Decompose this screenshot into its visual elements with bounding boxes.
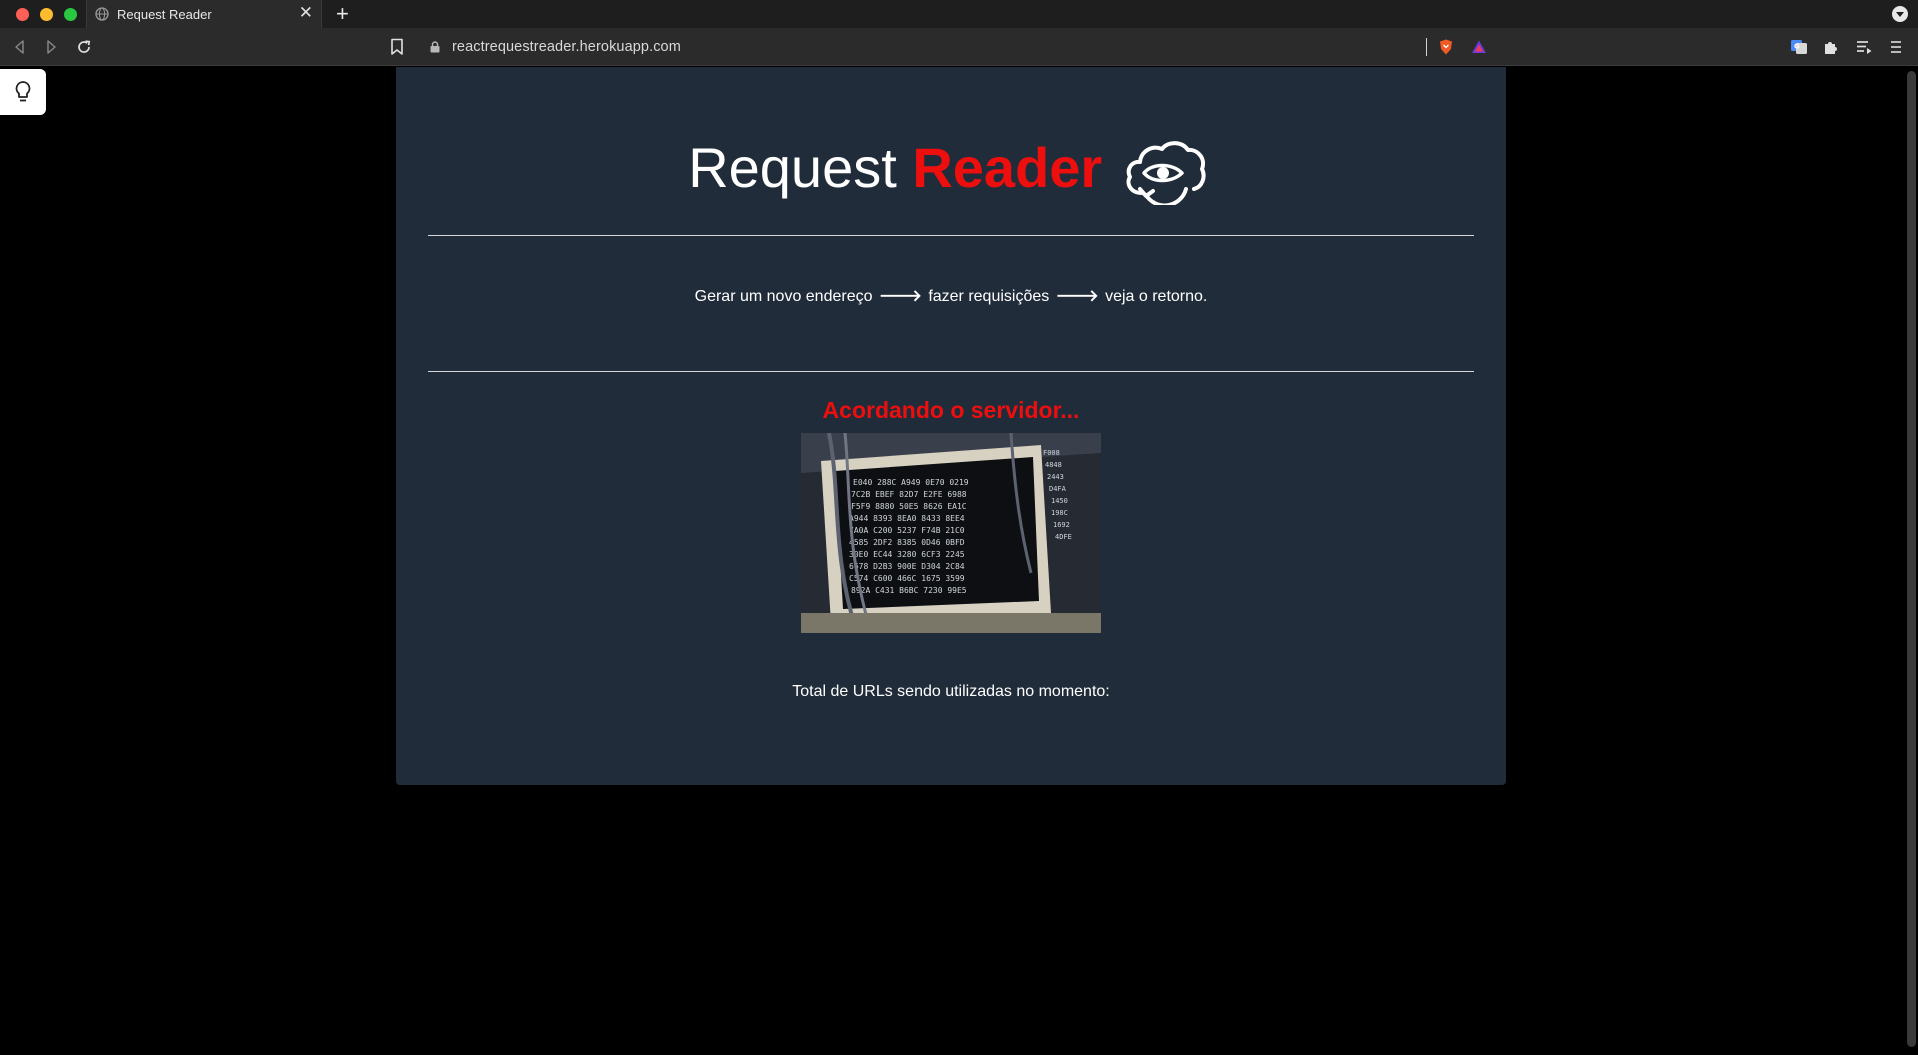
window-maximize-button[interactable]: [64, 8, 77, 21]
svg-text:G: G: [1794, 43, 1800, 51]
browser-toolbar: reactrequestreader.herokuapp.com G: [0, 28, 1918, 66]
toolbar-divider: [1426, 38, 1427, 56]
browser-tab-bar: Request Reader ✕ +: [0, 0, 1918, 28]
svg-text:198C: 198C: [1051, 509, 1068, 517]
steps-text: Gerar um novo endereço 🡒 fazer requisiçõ…: [396, 285, 1506, 306]
tab-list-dropdown-icon[interactable]: [1892, 6, 1908, 22]
main-card: Request Reader Gerar um novo endereço 🡒 …: [396, 67, 1506, 785]
page-title: Request Reader: [396, 135, 1506, 200]
svg-text:30E0 EC44 3280 6CF3 2245: 30E0 EC44 3280 6CF3 2245: [849, 550, 965, 559]
playlist-icon[interactable]: [1855, 38, 1873, 56]
svg-text:4848: 4848: [1045, 461, 1062, 469]
tab-close-icon[interactable]: ✕: [299, 4, 313, 22]
translate-icon[interactable]: G: [1790, 38, 1808, 56]
svg-text:C574 C600 466C 1675 3599: C574 C600 466C 1675 3599: [849, 574, 965, 583]
reload-icon[interactable]: [75, 38, 93, 56]
server-status-text: Acordando o servidor...: [822, 397, 1080, 423]
divider-middle: [428, 371, 1474, 372]
step-request: fazer requisições: [928, 288, 1050, 305]
svg-text:F008: F008: [1043, 449, 1060, 457]
new-tab-button[interactable]: +: [336, 2, 349, 26]
hacker-terminal-image: E040 288C A949 0E70 0219 7C2B EBEF 82D7 …: [801, 433, 1101, 633]
divider-top: [428, 235, 1474, 236]
address-bar[interactable]: reactrequestreader.herokuapp.com: [380, 32, 1480, 62]
url-text[interactable]: reactrequestreader.herokuapp.com: [452, 39, 681, 55]
brave-shield-icon[interactable]: [1437, 38, 1455, 56]
arrow-right-icon: 🡒: [1055, 288, 1099, 305]
svg-text:F5F9 8880 50E5 8626 EA1C: F5F9 8880 50E5 8626 EA1C: [851, 502, 967, 511]
arrow-right-icon: 🡒: [878, 288, 922, 305]
window-close-button[interactable]: [16, 8, 29, 21]
page-scrollbar[interactable]: [1904, 67, 1918, 1055]
svg-text:4585 2DF2 8385 0D46 0BFD: 4585 2DF2 8385 0D46 0BFD: [849, 538, 965, 547]
menu-hamburger-icon[interactable]: [1887, 38, 1905, 56]
brave-rewards-icon[interactable]: [1470, 38, 1488, 56]
svg-text:4DFE: 4DFE: [1055, 533, 1072, 541]
svg-text:D4FA: D4FA: [1049, 485, 1067, 493]
lock-icon: [430, 41, 440, 53]
title-brand: Reader: [912, 136, 1103, 199]
page-viewport: Request Reader Gerar um novo endereço 🡒 …: [0, 67, 1918, 1055]
browser-tab[interactable]: Request Reader ✕: [86, 0, 322, 28]
url-count-text: Total de URLs sendo utilizadas no moment…: [792, 683, 1110, 700]
scrollbar-thumb[interactable]: [1907, 71, 1916, 1047]
svg-text:6678 D2B3 900E D304 2C84: 6678 D2B3 900E D304 2C84: [849, 562, 965, 571]
cloud-eye-refresh-icon: [1126, 141, 1206, 205]
svg-text:1450: 1450: [1051, 497, 1068, 505]
step-generate: Gerar um novo endereço: [694, 288, 873, 305]
tab-title: Request Reader: [117, 7, 212, 22]
svg-text:7A0A C200 5237 F74B 21C0: 7A0A C200 5237 F74B 21C0: [849, 526, 965, 535]
svg-text:2443: 2443: [1047, 473, 1064, 481]
forward-icon[interactable]: [42, 38, 60, 56]
bookmark-icon[interactable]: [390, 38, 404, 56]
svg-text:1692: 1692: [1053, 521, 1070, 529]
hint-button[interactable]: [0, 69, 46, 115]
step-return: veja o retorno.: [1105, 288, 1208, 305]
title-plain: Request: [688, 136, 897, 199]
back-icon[interactable]: [11, 38, 29, 56]
lightbulb-icon: [15, 81, 31, 102]
globe-icon: [95, 7, 109, 21]
svg-text:7C2B EBEF 82D7 E2FE 6988: 7C2B EBEF 82D7 E2FE 6988: [851, 490, 967, 499]
window-minimize-button[interactable]: [40, 8, 53, 21]
svg-text:E040 288C A949 0E70 0219: E040 288C A949 0E70 0219: [853, 478, 969, 487]
svg-text:A944 8393 8EA0 8433 8EE4: A944 8393 8EA0 8433 8EE4: [849, 514, 965, 523]
extensions-puzzle-icon[interactable]: [1822, 38, 1840, 56]
svg-text:892A C431 B6BC 7230 99E5: 892A C431 B6BC 7230 99E5: [851, 586, 967, 595]
